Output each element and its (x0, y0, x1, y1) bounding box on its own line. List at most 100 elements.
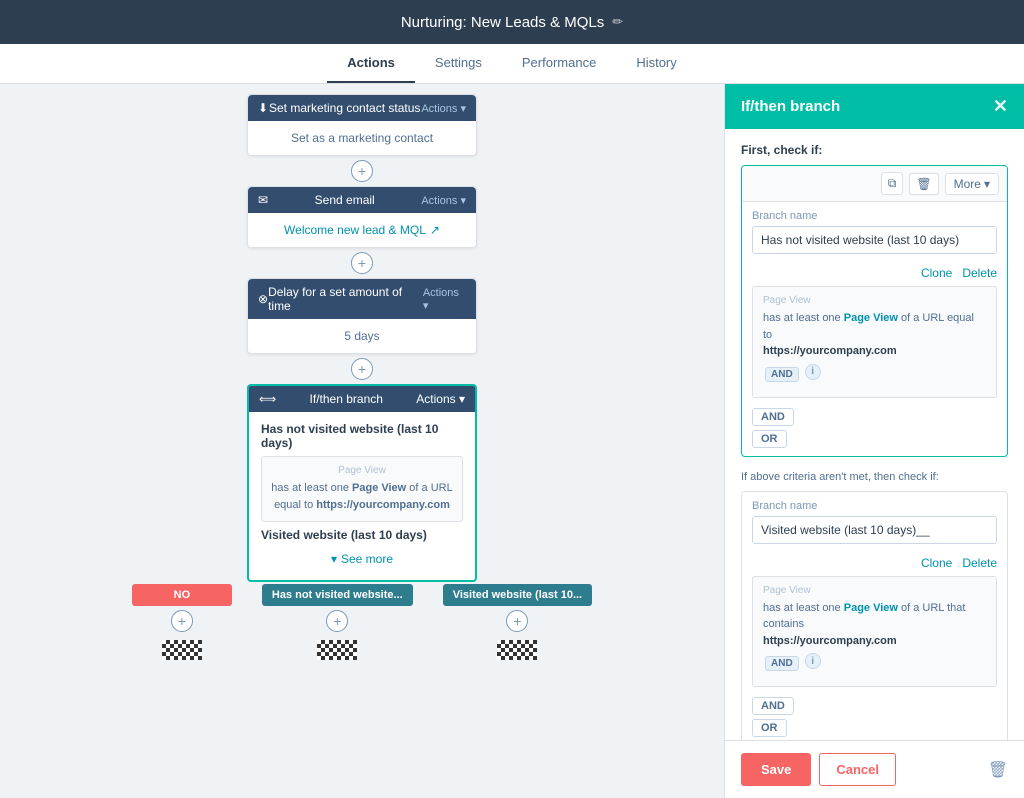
delay-label: Delay for a set amount of time (268, 285, 423, 313)
tab-performance[interactable]: Performance (502, 44, 616, 83)
ifthen-actions-btn[interactable]: Actions ▾ (416, 392, 465, 406)
branch2-name-input[interactable] (752, 516, 997, 544)
branch-col-1: Has not visited website... + (262, 584, 413, 664)
branch2-and-btn[interactable]: AND (752, 697, 794, 715)
send-email-actions-btn[interactable]: Actions ▾ (421, 194, 466, 207)
branch2-field-label: Branch name (752, 500, 997, 512)
branch1-add-and-row: AND (742, 408, 1007, 430)
ifthen-header: ⟺ If/then branch Actions ▾ (249, 386, 475, 412)
ifthen-label: If/then branch (310, 392, 383, 406)
send-email-label: Send email (315, 193, 375, 207)
outcome-branch2: Visited website (last 10... (443, 584, 592, 606)
branch2-block: Branch name Clone Delete Page View has a… (741, 491, 1008, 741)
outcome-branch1: Has not visited website... (262, 584, 413, 606)
card-filter-text: has at least one Page View of a URL equa… (270, 480, 454, 513)
branch2-filter-card: Page View has at least one Page View of … (752, 576, 997, 688)
branch1-filter-text: has at least one Page View of a URL equa… (763, 310, 986, 360)
ifthen-icon: ⟺ (259, 392, 276, 406)
branch1-filter-card: Page View has at least one Page View of … (752, 286, 997, 398)
outcome-connector-no[interactable]: + (171, 610, 193, 632)
branch1-name-section: Branch name (742, 202, 1007, 262)
branch1-field-label: Branch name (752, 210, 997, 222)
external-link-icon: ↗ (430, 223, 440, 237)
edit-icon[interactable]: ✏ (612, 14, 623, 30)
checkerboard-2 (497, 640, 537, 660)
ifthen-node: ⟺ If/then branch Actions ▾ Has not visit… (247, 384, 477, 582)
set-marketing-label: Set marketing contact status (269, 101, 420, 115)
delay-actions-btn[interactable]: Actions ▾ (423, 287, 466, 312)
branch2-add-or-row: OR (742, 719, 1007, 740)
branch2-clone-link[interactable]: Clone (921, 556, 952, 570)
plus-connector-1[interactable]: + (351, 160, 373, 182)
branch1-and-btn[interactable]: AND (752, 408, 794, 426)
send-email-header: ✉ Send email Actions ▾ (248, 187, 476, 213)
branch2-and-badge: AND (765, 656, 799, 671)
card-filter-label: Page View (270, 465, 454, 476)
branch2-add-and-row: AND (742, 697, 1007, 719)
panel-title: If/then branch (741, 98, 840, 115)
tab-actions[interactable]: Actions (327, 44, 415, 83)
ifthen-body: Has not visited website (last 10 days) P… (249, 412, 475, 580)
panel-body: First, check if: ⧉ 🗑 More ▾ Branch name … (725, 129, 1024, 740)
branch2-filter-label: Page View (763, 585, 986, 596)
delay-icon: ⊗ (258, 292, 268, 306)
outcome-connector-2[interactable]: + (506, 610, 528, 632)
set-marketing-actions-btn[interactable]: Actions ▾ (421, 102, 466, 115)
top-bar: Nurturing: New Leads & MQLs ✏ (0, 0, 1024, 44)
branch-col-no: NO + (132, 584, 232, 664)
footer-btn-group: Save Cancel (741, 753, 896, 786)
set-marketing-header: ⬇ Set marketing contact status Actions ▾ (248, 95, 476, 121)
branch2-or-btn[interactable]: OR (752, 719, 787, 737)
branch1-and-badge: AND (765, 367, 799, 382)
more-chevron-icon: ▾ (984, 177, 990, 191)
branch1-copy-btn[interactable]: ⧉ (881, 172, 904, 195)
delay-header: ⊗ Delay for a set amount of time Actions… (248, 279, 476, 319)
branch1-more-btn[interactable]: More ▾ (945, 173, 999, 195)
send-email-body: Welcome new lead & MQL ↗ (248, 213, 476, 247)
checkerboard-1 (317, 640, 357, 660)
tab-settings[interactable]: Settings (415, 44, 502, 83)
plus-connector-2[interactable]: + (351, 252, 373, 274)
branch2-and-row: AND i (763, 649, 986, 678)
checkerboard-no (162, 640, 202, 660)
outcome-no: NO (132, 584, 232, 606)
email-link[interactable]: Welcome new lead & MQL ↗ (258, 223, 466, 237)
branch1-clone-delete-row: Clone Delete (742, 262, 1007, 286)
panel-footer: Save Cancel 🗑 (725, 740, 1024, 798)
branch1-filter-label: Page View (763, 295, 986, 306)
main-layout: ⬇ Set marketing contact status Actions ▾… (0, 84, 1024, 798)
delay-node: ⊗ Delay for a set amount of time Actions… (247, 278, 477, 354)
branch2-name-section: Branch name (742, 492, 1007, 552)
branch1-delete-btn[interactable]: 🗑 (909, 173, 938, 195)
cancel-button[interactable]: Cancel (819, 753, 896, 786)
branch1-card: Page View has at least one Page View of … (261, 456, 463, 522)
tab-history[interactable]: History (616, 44, 696, 83)
send-email-node: ✉ Send email Actions ▾ Welcome new lead … (247, 186, 477, 248)
save-button[interactable]: Save (741, 753, 811, 786)
if-above-label: If above criteria aren't met, then check… (741, 471, 1008, 483)
outcome-connector-1[interactable]: + (326, 610, 348, 632)
branch2-delete-link[interactable]: Delete (962, 556, 997, 570)
right-panel: If/then branch ✕ First, check if: ⧉ 🗑 Mo… (724, 84, 1024, 798)
panel-header: If/then branch ✕ (725, 84, 1024, 129)
branch1-info-btn[interactable]: i (805, 364, 821, 380)
first-check-label: First, check if: (741, 143, 1008, 157)
branch2-info-btn[interactable]: i (805, 653, 821, 669)
delete-footer-btn[interactable]: 🗑 (988, 760, 1008, 780)
branch1-and-row: AND i (763, 360, 986, 389)
set-marketing-body: Set as a marketing contact (248, 121, 476, 155)
panel-close-btn[interactable]: ✕ (993, 96, 1008, 117)
plus-connector-3[interactable]: + (351, 358, 373, 380)
branch1-block: ⧉ 🗑 More ▾ Branch name Clone Delete Page… (741, 165, 1008, 457)
send-email-icon: ✉ (258, 193, 268, 207)
branch1-or-btn[interactable]: OR (752, 430, 787, 448)
branch1-clone-link[interactable]: Clone (921, 266, 952, 280)
branch2-filter-text: has at least one Page View of a URL that… (763, 600, 986, 650)
branch-col-2: Visited website (last 10... + (443, 584, 592, 664)
branch1-add-or-row: OR (742, 430, 1007, 456)
branch1-delete-link[interactable]: Delete (962, 266, 997, 280)
branch-outcomes-wrapper: NO + Has not visited website... + Visite… (0, 584, 724, 664)
flow-wrapper: ⬇ Set marketing contact status Actions ▾… (0, 94, 724, 664)
branch1-name-input[interactable] (752, 226, 997, 254)
see-more-btn[interactable]: ▾ See more (261, 548, 463, 570)
